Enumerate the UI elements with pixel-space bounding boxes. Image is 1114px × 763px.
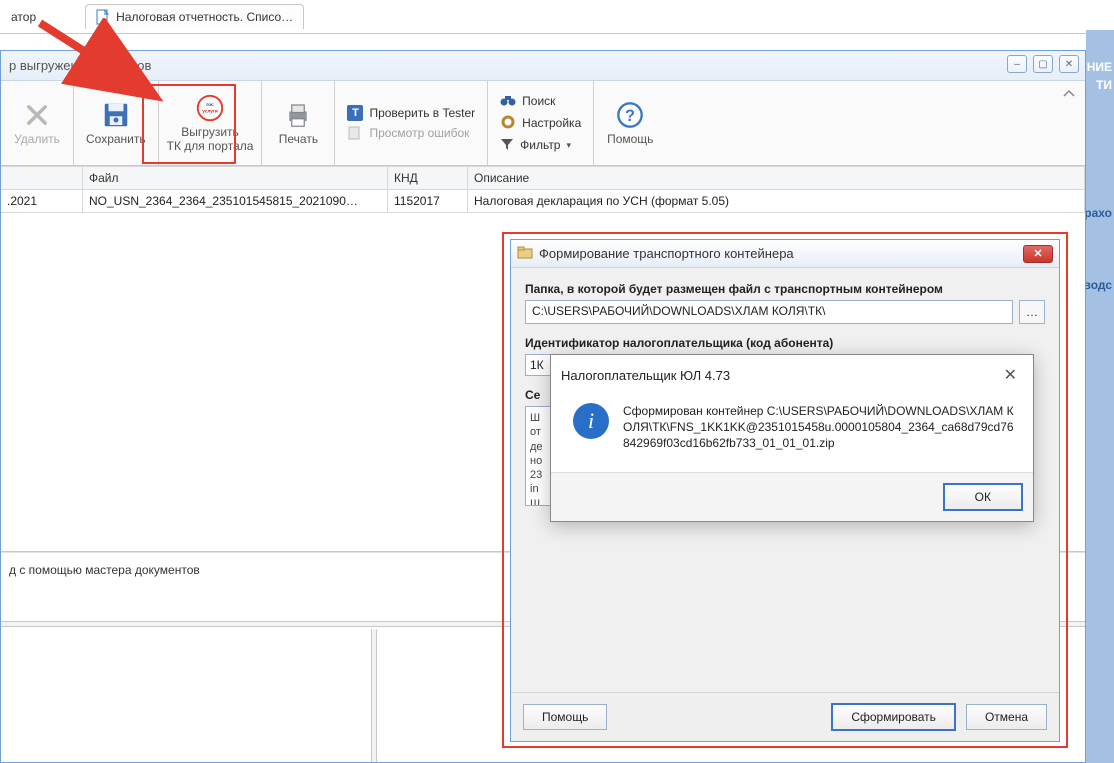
col-file[interactable]: Файл <box>83 167 388 189</box>
cell-desc: Налоговая декларация по УСН (формат 5.05… <box>468 190 1085 212</box>
window-title: р выгруженных файлов – ▢ ✕ <box>1 51 1085 81</box>
dialog-title: Формирование транспортного контейнера ✕ <box>511 240 1059 268</box>
folder-path-input[interactable]: C:\USERS\РАБОЧИЙ\DOWNLOADS\ХЛАМ КОЛЯ\ТК\ <box>525 300 1013 324</box>
folder-label: Папка, в которой будет размещен файл с т… <box>525 282 1045 296</box>
collapse-ribbon-button[interactable] <box>1061 87 1077 99</box>
cell-file: NO_USN_2364_2364_235101545815_2021090… <box>83 190 388 212</box>
delete-icon <box>21 99 53 131</box>
cell-date: .2021 <box>1 190 83 212</box>
chevron-down-icon: ▾ <box>566 140 571 151</box>
col-desc[interactable]: Описание <box>468 167 1085 189</box>
tab-tax-report-list[interactable]: Налоговая отчетность. Списо… <box>85 4 304 29</box>
browse-button[interactable]: … <box>1019 300 1045 324</box>
table-row[interactable]: .2021 NO_USN_2364_2364_235101545815_2021… <box>1 190 1085 213</box>
vertical-splitter[interactable] <box>371 629 377 762</box>
toolbar: Удалить Сохранить госуслуги Выгрузить ТК… <box>1 81 1085 166</box>
svg-text:?: ? <box>625 107 635 125</box>
save-icon <box>100 99 132 131</box>
save-button[interactable]: Сохранить <box>80 97 152 149</box>
binoculars-icon <box>500 93 516 110</box>
col-knd[interactable]: КНД <box>388 167 468 189</box>
cancel-button[interactable]: Отмена <box>966 704 1047 730</box>
minimize-button[interactable]: – <box>1007 55 1027 73</box>
maximize-button[interactable]: ▢ <box>1033 55 1053 73</box>
delete-button[interactable]: Удалить <box>7 97 67 149</box>
svg-text:услуги: услуги <box>202 109 218 114</box>
close-button[interactable]: ✕ <box>1059 55 1079 73</box>
errors-icon <box>347 125 363 141</box>
check-tester-button[interactable]: T Проверить в Tester <box>345 104 477 122</box>
settings-button[interactable]: Настройка <box>498 113 583 134</box>
tab-navigator[interactable]: атор <box>0 5 55 28</box>
dialog-close-button[interactable]: ✕ <box>1023 245 1053 263</box>
filter-button[interactable]: Фильтр ▾ <box>498 136 583 155</box>
gear-icon <box>500 114 516 133</box>
document-tabs: атор Налоговая отчетность. Списо… <box>0 0 1114 34</box>
msgbox-text: Сформирован контейнер C:\USERS\РАБОЧИЙ\D… <box>623 403 1017 452</box>
grid-header: Файл КНД Описание <box>1 166 1085 190</box>
dialog-help-button[interactable]: Помощь <box>523 704 607 730</box>
help-icon: ? <box>614 99 646 131</box>
msgbox-close-button[interactable]: ✕ <box>998 363 1023 387</box>
right-sidebar-fragment: НИЕ ТИ рахо водс <box>1086 30 1114 763</box>
tab-label: Налоговая отчетность. Списо… <box>116 10 293 24</box>
view-errors-button[interactable]: Просмотр ошибок <box>345 124 477 142</box>
cell-knd: 1152017 <box>388 190 468 212</box>
print-button[interactable]: Печать <box>268 97 328 149</box>
msgbox-title: Налогоплательщик ЮЛ 4.73 ✕ <box>551 355 1033 395</box>
printer-icon <box>282 99 314 131</box>
ok-button[interactable]: ОК <box>943 483 1023 511</box>
help-button[interactable]: ? Помощь <box>600 97 660 149</box>
search-button[interactable]: Поиск <box>498 92 583 111</box>
funnel-icon <box>500 137 514 154</box>
gosuslugi-icon: гос услуги <box>194 92 226 124</box>
col-date[interactable] <box>1 167 83 189</box>
subscriber-id-label: Идентификатор налогоплательщика (код або… <box>525 336 1005 350</box>
document-icon <box>96 9 110 25</box>
svg-text:гос: гос <box>206 102 214 107</box>
export-tk-button[interactable]: госуслуги Выгрузить ТК для портала <box>161 90 260 156</box>
tester-icon: T <box>347 105 363 121</box>
form-container-button[interactable]: Сформировать <box>831 703 956 731</box>
message-box: Налогоплательщик ЮЛ 4.73 ✕ i Сформирован… <box>550 354 1034 522</box>
info-icon: i <box>573 403 609 439</box>
dialog-icon <box>517 245 533 262</box>
